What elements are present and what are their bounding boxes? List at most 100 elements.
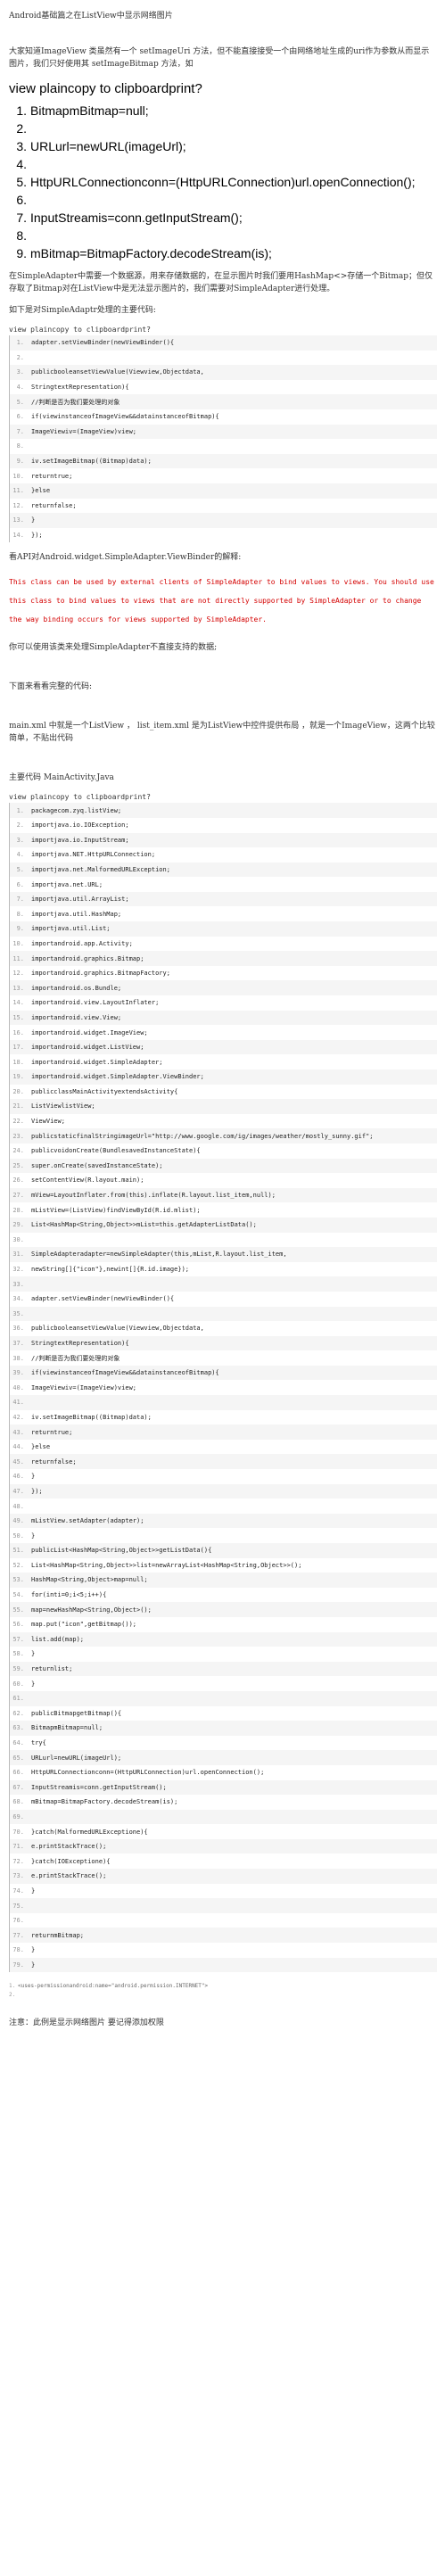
code-toolbar-heading-2[interactable]: view plaincopy to clipboardprint? — [9, 793, 437, 801]
line-number: 1. — [16, 339, 24, 347]
line-number: 28. — [12, 1206, 24, 1214]
code-line: 8. importjava.util.HashMap; — [10, 906, 437, 921]
code-line: 16. importandroid.widget.ImageView; — [10, 1025, 437, 1040]
code-line: 61. — [10, 1690, 437, 1706]
code-line: 10. returntrue; — [10, 468, 437, 483]
code-text: importandroid.widget.SimpleAdapter; — [31, 1058, 163, 1066]
code-line: 5. //判断是否为我们要处理的对象 — [10, 394, 437, 409]
code-text: } — [31, 1532, 36, 1540]
code-text: importandroid.widget.ListView; — [31, 1044, 144, 1052]
code-line: 43. returntrue; — [10, 1424, 437, 1440]
line-number: 3. — [16, 836, 24, 844]
code-line: 53. HashMap<String,Object>map=null; — [10, 1573, 437, 1588]
code-line: 55. map=newHashMap<String,Object>(); — [10, 1602, 437, 1617]
code-line: 58.} — [10, 1647, 437, 1662]
line-number: 9. — [16, 246, 27, 260]
line-number: 2. — [16, 822, 24, 830]
line-number: 27. — [12, 1192, 24, 1200]
code-text: List<HashMap<String,Object>>mList=this.g… — [31, 1221, 257, 1229]
line-number: 14. — [12, 999, 24, 1007]
code-line: 33. — [10, 1276, 437, 1292]
line-number: 49. — [12, 1517, 24, 1525]
code-text: }); — [31, 532, 43, 540]
line-number: 76. — [12, 1917, 24, 1925]
code-line: 77. returnmBitmap; — [10, 1928, 437, 1944]
code-text: importandroid.view.View; — [31, 1013, 122, 1021]
code-text: publicvoidonCreate(BundlesavedInstanceSt… — [31, 1147, 201, 1155]
line-number: 66. — [12, 1769, 24, 1777]
line-number: 25. — [12, 1161, 24, 1169]
code-text: ViewView; — [31, 1118, 65, 1126]
line-number: 43. — [12, 1428, 24, 1436]
code-line: 19. importandroid.widget.SimpleAdapter.Vi… — [10, 1069, 437, 1085]
code-text: SimpleAdapteradapter=newSimpleAdapter(th… — [31, 1251, 287, 1259]
line-number: 79. — [12, 1961, 24, 1969]
code-line: 31. SimpleAdapteradapter=newSimpleAdapter… — [10, 1247, 437, 1262]
article: Android基础篇之在ListView中显示网络图片 大家知道ImageVie… — [9, 9, 437, 2038]
code-line: 24. publicvoidonCreate(BundlesavedInstanc… — [10, 1144, 437, 1159]
line-number: 11. — [12, 954, 24, 962]
code-text: list.add(map); — [31, 1635, 85, 1643]
code-line: 62. publicBitmapgetBitmap(){ — [10, 1706, 437, 1721]
code-line: 41. — [10, 1395, 437, 1410]
code-line: 17. importandroid.widget.ListView; — [10, 1039, 437, 1055]
code-line: 37. StringtextRepresentation){ — [10, 1335, 437, 1351]
code-line: 2. — [9, 1990, 437, 1999]
code-toolbar-heading[interactable]: view plaincopy to clipboardprint? — [9, 81, 437, 96]
code-line: 49. mListView.setAdapter(adapter); — [10, 1513, 437, 1529]
code-text: map.put("icon",getBitmap()); — [31, 1621, 137, 1629]
code-text: iv.setImageBitmap((Bitmap)data); — [31, 1413, 152, 1421]
code-text: mListView=(ListView)findViewById(R.id.ml… — [31, 1206, 201, 1214]
line-number: 44. — [12, 1443, 24, 1451]
line-number: 14. — [12, 532, 24, 540]
line-number: 57. — [12, 1635, 24, 1643]
code-text: publicBitmapgetBitmap(){ — [31, 1709, 122, 1717]
code-line: 66. HttpURLConnectionconn=(HttpURLConnect… — [10, 1765, 437, 1780]
api-quote: This class can be used by external clien… — [9, 578, 434, 624]
line-number: 46. — [12, 1473, 24, 1481]
code-line: 29. List<HashMap<String,Object>>mList=thi… — [10, 1217, 437, 1233]
line-number: 30. — [12, 1235, 24, 1243]
code-text: importjava.net.URL; — [31, 880, 103, 888]
code-line: 71. e.printStackTrace(); — [10, 1838, 437, 1854]
code-line: 32. newString[]{"icon"},newint[]{R.id.ima… — [10, 1262, 437, 1277]
line-number: 2. — [16, 353, 24, 361]
code-line: 44.}else — [10, 1440, 437, 1455]
code-text: HashMap<String,Object>map=null; — [31, 1576, 148, 1584]
code-text: StringtextRepresentation){ — [31, 384, 129, 392]
code-text: setContentView(R.layout.main); — [31, 1177, 144, 1185]
line-number: 6. — [16, 193, 27, 207]
code-line: 5. HttpURLConnectionconn=(HttpURLConnecti… — [9, 175, 437, 190]
code-text: importjava.io.InputStream; — [31, 836, 129, 844]
code-line: 47.}); — [10, 1483, 437, 1499]
line-number: 8. — [16, 228, 27, 243]
code-text: } — [31, 1650, 36, 1658]
code-line: 2. importjava.io.IOException; — [10, 818, 437, 833]
code-text: StringtextRepresentation){ — [31, 1339, 129, 1347]
code-line: 39. if(viewinstanceofImageView&&datainsta… — [10, 1365, 437, 1381]
code-line: 73. e.printStackTrace(); — [10, 1869, 437, 1884]
code-line: 56. map.put("icon",getBitmap()); — [10, 1617, 437, 1632]
code-text: importandroid.view.LayoutInflater; — [31, 999, 160, 1007]
code-text: BitmapmBitmap=null; — [31, 1724, 103, 1732]
code-text: List<HashMap<String,Object>>list=newArra… — [31, 1561, 302, 1569]
code-text: InputStreamis=conn.getInputStream(); — [31, 1783, 167, 1791]
code-line: 72.}catch(IOExceptione){ — [10, 1854, 437, 1869]
code-text: for(inti=0;i<5;i++){ — [31, 1591, 107, 1599]
code-toolbar-heading-1[interactable]: view plaincopy to clipboardprint? — [9, 326, 437, 334]
code-text: publicbooleansetViewValue(Viewview,Objec… — [31, 368, 204, 376]
code-line: 46.} — [10, 1469, 437, 1484]
code-line: 54. for(inti=0;i<5;i++){ — [10, 1588, 437, 1603]
code-text: adapter.setViewBinder(newViewBinder(){ — [31, 339, 175, 347]
code-text: returnfalse; — [31, 1457, 77, 1466]
code-line: 6. — [9, 193, 437, 208]
code-line: 15. importandroid.view.View; — [10, 1010, 437, 1026]
line-number: 10. — [12, 472, 24, 480]
code-text: importandroid.graphics.BitmapFactory; — [31, 970, 170, 978]
code-text: importjava.util.ArrayList; — [31, 896, 129, 904]
code-line: 64. try{ — [10, 1736, 437, 1751]
code-line: 22. ViewView; — [10, 1114, 437, 1129]
code-text: mListView.setAdapter(adapter); — [31, 1517, 144, 1525]
code-text: } — [31, 1473, 36, 1481]
code-line: 36. publicbooleansetViewValue(Viewview,Ob… — [10, 1321, 437, 1336]
